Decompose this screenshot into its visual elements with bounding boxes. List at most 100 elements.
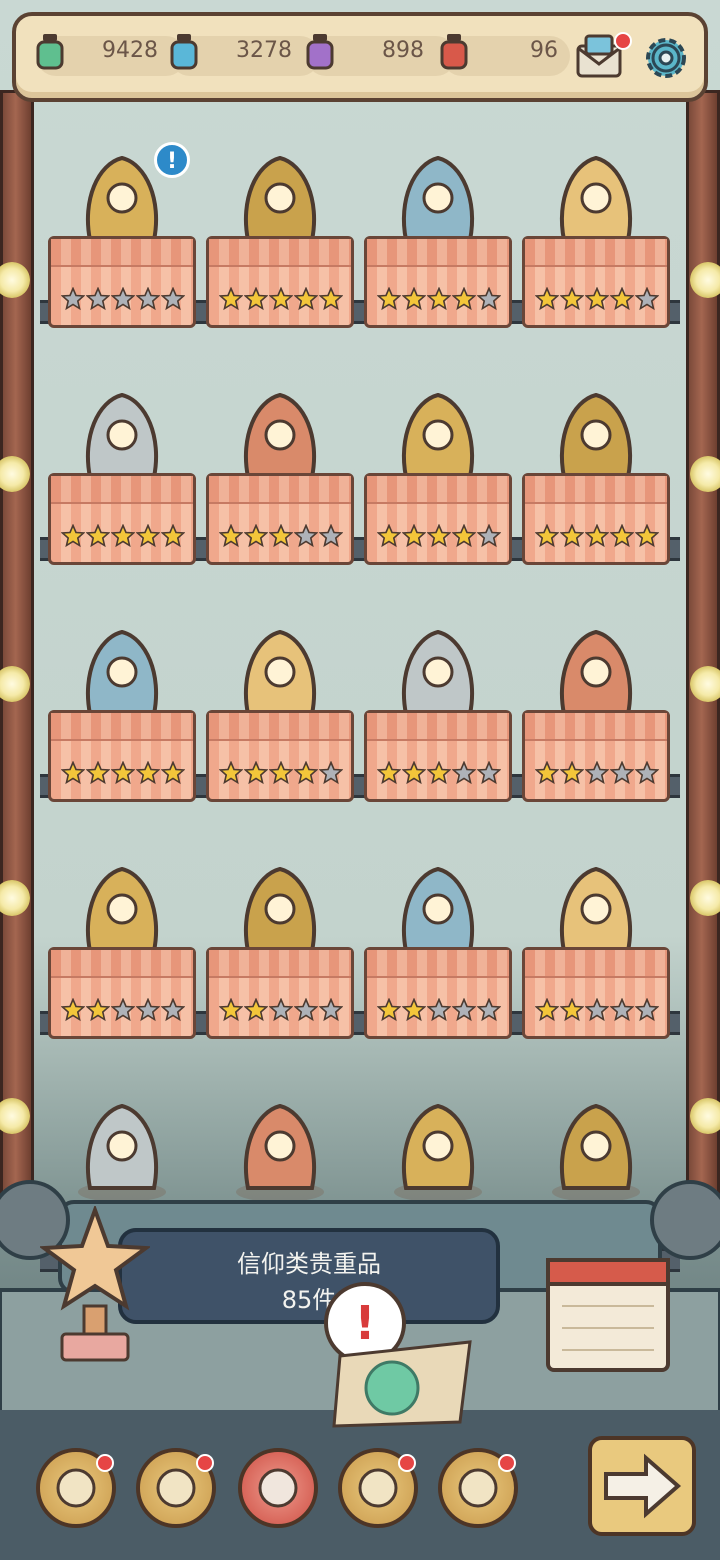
- star-filled-icon: [86, 524, 110, 548]
- star-rating: [61, 761, 185, 787]
- shelf-cloth: [206, 236, 354, 328]
- star-filled-icon: [535, 287, 559, 311]
- star-rating: [61, 287, 185, 313]
- star-rating: [219, 761, 343, 787]
- star-empty-icon: [635, 287, 659, 311]
- star-filled-icon: [402, 761, 426, 785]
- shelf-cloth: [364, 947, 512, 1039]
- red-potion-icon: [440, 34, 468, 70]
- star-rating: [535, 998, 659, 1024]
- star-empty-icon: [269, 998, 293, 1022]
- star-filled-icon: [535, 761, 559, 785]
- star-filled-icon: [427, 287, 451, 311]
- settings-button[interactable]: [640, 32, 692, 84]
- light-bulb: [690, 262, 720, 298]
- category-title: 信仰类贵重品: [237, 1250, 381, 1278]
- cloth-fold: [367, 239, 509, 267]
- star-filled-icon: [560, 998, 584, 1022]
- star-filled-icon: [610, 524, 634, 548]
- nav-button-cross[interactable]: [238, 1448, 318, 1528]
- cloth-fold: [525, 476, 667, 504]
- star-empty-icon: [111, 998, 135, 1022]
- cloth-fold: [367, 476, 509, 504]
- star-empty-icon: [452, 998, 476, 1022]
- light-bulb: [690, 666, 720, 702]
- star-rating: [535, 287, 659, 313]
- star-filled-icon: [402, 524, 426, 548]
- cloth-fold: [51, 713, 193, 741]
- star-filled-icon: [535, 524, 559, 548]
- cloth-fold: [367, 713, 509, 741]
- shelf-cloth: [364, 473, 512, 565]
- star-empty-icon: [610, 998, 634, 1022]
- shelf-cloth: [48, 710, 196, 802]
- star-trophy-icon[interactable]: [40, 1206, 150, 1366]
- star-empty-icon: [477, 287, 501, 311]
- map-scroll-icon[interactable]: [330, 1336, 480, 1432]
- shelf-cloth: [206, 710, 354, 802]
- star-filled-icon: [319, 287, 343, 311]
- next-button[interactable]: [588, 1436, 696, 1536]
- shelf-cloth: [364, 710, 512, 802]
- star-empty-icon: [86, 287, 110, 311]
- star-filled-icon: [219, 287, 243, 311]
- arrow-right-icon: [604, 1453, 682, 1519]
- notification-dot: [196, 1454, 214, 1472]
- light-bulb: [690, 1098, 720, 1134]
- shelf-cloth: [522, 947, 670, 1039]
- star-filled-icon: [219, 524, 243, 548]
- star-filled-icon: [535, 998, 559, 1022]
- star-filled-icon: [377, 287, 401, 311]
- cloth-fold: [51, 950, 193, 978]
- star-filled-icon: [585, 287, 609, 311]
- cloth-fold: [51, 476, 193, 504]
- star-filled-icon: [244, 761, 268, 785]
- nav-button-gear[interactable]: [438, 1448, 518, 1528]
- star-empty-icon: [452, 761, 476, 785]
- star-rating: [535, 761, 659, 787]
- cloth-fold: [209, 713, 351, 741]
- star-empty-icon: [477, 524, 501, 548]
- calendar-icon[interactable]: [542, 1246, 682, 1376]
- star-filled-icon: [269, 287, 293, 311]
- notification-dot: [498, 1454, 516, 1472]
- cloth-fold: [525, 239, 667, 267]
- star-filled-icon: [402, 287, 426, 311]
- cloth-fold: [525, 950, 667, 978]
- purple-potion-icon: [306, 34, 334, 70]
- star-filled-icon: [610, 287, 634, 311]
- nav-button-trophy[interactable]: [36, 1448, 116, 1528]
- star-filled-icon: [61, 998, 85, 1022]
- star-filled-icon: [61, 761, 85, 785]
- star-empty-icon: [585, 998, 609, 1022]
- star-empty-icon: [585, 761, 609, 785]
- star-rating: [535, 524, 659, 550]
- resource-value-red: 96: [530, 38, 558, 63]
- star-rating: [219, 998, 343, 1024]
- star-filled-icon: [427, 761, 451, 785]
- shelf-cloth: [522, 473, 670, 565]
- info-badge[interactable]: !: [154, 142, 190, 178]
- shelf-cloth: [48, 473, 196, 565]
- nav-button-rose[interactable]: [136, 1448, 216, 1528]
- star-rating: [219, 287, 343, 313]
- star-filled-icon: [402, 998, 426, 1022]
- star-filled-icon: [635, 524, 659, 548]
- star-rating: [61, 998, 185, 1024]
- gear-icon: [646, 38, 686, 78]
- star-filled-icon: [294, 287, 318, 311]
- star-filled-icon: [377, 998, 401, 1022]
- star-empty-icon: [161, 998, 185, 1022]
- star-empty-icon: [111, 287, 135, 311]
- star-filled-icon: [294, 761, 318, 785]
- star-filled-icon: [560, 524, 584, 548]
- star-rating: [377, 761, 501, 787]
- star-filled-icon: [269, 524, 293, 548]
- green-potion-icon: [36, 34, 64, 70]
- star-empty-icon: [294, 524, 318, 548]
- nav-button-scroll[interactable]: [338, 1448, 418, 1528]
- mail-button[interactable]: [574, 32, 632, 84]
- resource-value-purple: 898: [382, 38, 424, 63]
- cloth-fold: [367, 950, 509, 978]
- star-filled-icon: [86, 761, 110, 785]
